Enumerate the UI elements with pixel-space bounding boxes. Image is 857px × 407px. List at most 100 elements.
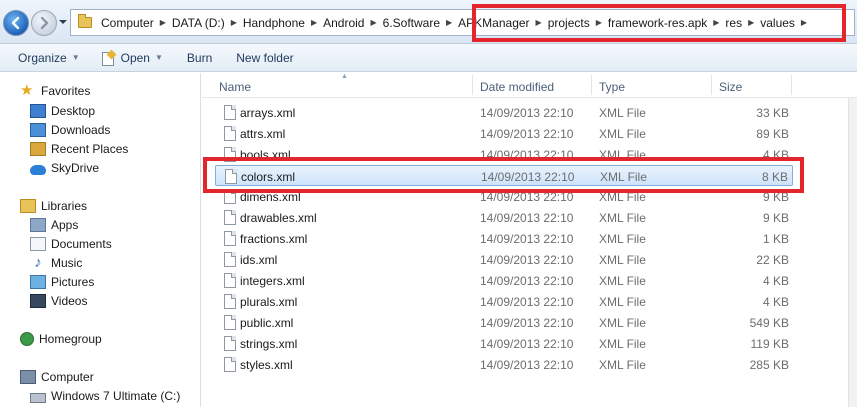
- breadcrumb-item[interactable]: Android: [318, 16, 369, 30]
- new-folder-button[interactable]: New folder: [228, 47, 301, 69]
- nav-documents[interactable]: Documents: [30, 237, 112, 251]
- xml-file-icon: [224, 126, 236, 141]
- breadcrumb-separator-icon[interactable]: ▶: [595, 18, 603, 27]
- file-name: integers.xml: [240, 274, 305, 288]
- file-row[interactable]: attrs.xml 14/09/2013 22:10 XML File 89 KB: [215, 123, 793, 144]
- file-row[interactable]: plurals.xml 14/09/2013 22:10 XML File 4 KB: [215, 291, 793, 312]
- breadcrumb-separator-icon[interactable]: ▶: [159, 18, 167, 27]
- breadcrumb-separator-icon[interactable]: ▶: [369, 18, 377, 27]
- back-button[interactable]: [3, 10, 29, 36]
- breadcrumb-separator-icon[interactable]: ▶: [535, 18, 543, 27]
- file-row[interactable]: integers.xml 14/09/2013 22:10 XML File 4 KB: [215, 270, 793, 291]
- skydrive-cloud-icon: [30, 164, 46, 175]
- breadcrumb-item[interactable]: 6.Software: [378, 16, 445, 30]
- nav-pictures-label: Pictures: [51, 275, 95, 289]
- column-divider[interactable]: [591, 75, 592, 95]
- file-row[interactable]: fractions.xml 14/09/2013 22:10 XML File 1 K…: [215, 228, 793, 249]
- breadcrumb-item[interactable]: framework-res.apk: [603, 16, 712, 30]
- breadcrumb-item[interactable]: APKManager: [453, 16, 534, 30]
- file-type: XML File: [599, 295, 646, 309]
- vertical-scrollbar[interactable]: [848, 98, 857, 407]
- breadcrumb[interactable]: Computer ▶ DATA (D:) ▶ Handphone ▶ Android ▶ 6.S…: [70, 9, 855, 36]
- nav-windows7-drive[interactable]: Windows 7 Ultimate (C:): [30, 389, 180, 403]
- burn-label: Burn: [186, 50, 213, 65]
- back-arrow-icon: [11, 16, 20, 30]
- open-icon: [101, 51, 116, 66]
- xml-file-icon: [224, 147, 236, 162]
- homegroup-icon: [20, 332, 34, 346]
- breadcrumb-separator-icon[interactable]: ▶: [747, 18, 755, 27]
- nav-desktop[interactable]: Desktop: [30, 104, 95, 118]
- nav-computer[interactable]: Computer: [20, 370, 94, 384]
- file-name: colors.xml: [241, 170, 296, 184]
- burn-button[interactable]: Burn: [179, 47, 220, 69]
- file-row[interactable]: bools.xml 14/09/2013 22:10 XML File 4 KB: [215, 144, 793, 165]
- nav-music[interactable]: ♪ Music: [30, 254, 82, 271]
- nav-homegroup[interactable]: Homegroup: [20, 332, 102, 346]
- xml-file-icon: [224, 252, 236, 267]
- breadcrumb-separator-icon[interactable]: ▶: [712, 18, 720, 27]
- file-type: XML File: [600, 170, 647, 184]
- file-date-modified: 14/09/2013 22:10: [480, 274, 574, 288]
- column-type[interactable]: Type: [599, 80, 625, 94]
- file-row[interactable]: styles.xml 14/09/2013 22:10 XML File 285 KB: [215, 354, 793, 375]
- breadcrumb-item[interactable]: res: [720, 16, 747, 30]
- file-size: 119 KB: [750, 337, 789, 351]
- column-name[interactable]: Name: [219, 80, 251, 94]
- open-button[interactable]: Open ▼: [94, 47, 171, 69]
- organize-button[interactable]: Organize ▼: [10, 47, 88, 69]
- address-bar-area: Computer ▶ DATA (D:) ▶ Handphone ▶ Android ▶ 6.S…: [0, 0, 857, 44]
- breadcrumb-item[interactable]: values: [755, 16, 800, 30]
- breadcrumb-separator-icon[interactable]: ▶: [445, 18, 453, 27]
- file-row[interactable]: colors.xml 14/09/2013 22:10 XML File 8 KB: [215, 165, 793, 186]
- nav-skydrive-label: SkyDrive: [51, 161, 100, 175]
- nav-documents-label: Documents: [51, 237, 112, 251]
- breadcrumb-item[interactable]: DATA (D:): [167, 16, 230, 30]
- file-row[interactable]: ids.xml 14/09/2013 22:10 XML File 22 KB: [215, 249, 793, 270]
- nav-libraries[interactable]: Libraries: [20, 199, 87, 213]
- column-divider[interactable]: [791, 75, 792, 95]
- breadcrumb-item[interactable]: projects: [543, 16, 595, 30]
- xml-file-icon: [224, 315, 236, 330]
- file-date-modified: 14/09/2013 22:10: [480, 337, 574, 351]
- nav-skydrive[interactable]: SkyDrive: [30, 161, 99, 175]
- column-date-modified[interactable]: Date modified: [480, 80, 554, 94]
- nav-recent-places-label: Recent Places: [51, 142, 129, 156]
- forward-arrow-icon: [40, 16, 49, 30]
- file-type: XML File: [599, 253, 646, 267]
- nav-videos[interactable]: Videos: [30, 294, 87, 308]
- column-header-row: ▲ Name Date modified Type Size: [202, 73, 857, 98]
- file-date-modified: 14/09/2013 22:10: [480, 358, 574, 372]
- recent-locations-chevron-icon[interactable]: [59, 18, 67, 26]
- music-note-icon: ♪: [34, 254, 42, 271]
- nav-downloads-label: Downloads: [51, 123, 111, 137]
- desktop-icon: [30, 104, 46, 118]
- file-type: XML File: [599, 211, 646, 225]
- file-row[interactable]: dimens.xml 14/09/2013 22:10 XML File 9 KB: [215, 186, 793, 207]
- file-size: 4 KB: [762, 274, 789, 288]
- file-row[interactable]: strings.xml 14/09/2013 22:10 XML File 119 K…: [215, 333, 793, 354]
- column-divider[interactable]: [711, 75, 712, 95]
- nav-downloads[interactable]: Downloads: [30, 123, 110, 137]
- column-size[interactable]: Size: [719, 80, 742, 94]
- nav-apps[interactable]: Apps: [30, 218, 78, 232]
- breadcrumb-separator-icon[interactable]: ▶: [800, 18, 808, 27]
- breadcrumb-item[interactable]: Computer: [96, 16, 159, 30]
- open-label: Open: [120, 50, 150, 65]
- file-name: bools.xml: [240, 148, 291, 162]
- breadcrumb-item[interactable]: Handphone: [238, 16, 310, 30]
- breadcrumb-separator-icon[interactable]: ▶: [310, 18, 318, 27]
- nav-pictures[interactable]: Pictures: [30, 275, 94, 289]
- file-name: attrs.xml: [240, 127, 286, 141]
- nav-favorites[interactable]: ★ Favorites: [20, 83, 90, 98]
- file-row[interactable]: drawables.xml 14/09/2013 22:10 XML File 9 K…: [215, 207, 793, 228]
- file-date-modified: 14/09/2013 22:10: [480, 211, 574, 225]
- nav-homegroup-label: Homegroup: [39, 332, 102, 346]
- new-folder-label: New folder: [236, 50, 294, 65]
- forward-button[interactable]: [31, 10, 57, 36]
- column-divider[interactable]: [472, 75, 473, 95]
- file-row[interactable]: public.xml 14/09/2013 22:10 XML File 549 KB: [215, 312, 793, 333]
- nav-recent-places[interactable]: Recent Places: [30, 142, 128, 156]
- file-row[interactable]: arrays.xml 14/09/2013 22:10 XML File 33 KB: [215, 102, 793, 123]
- breadcrumb-separator-icon[interactable]: ▶: [230, 18, 238, 27]
